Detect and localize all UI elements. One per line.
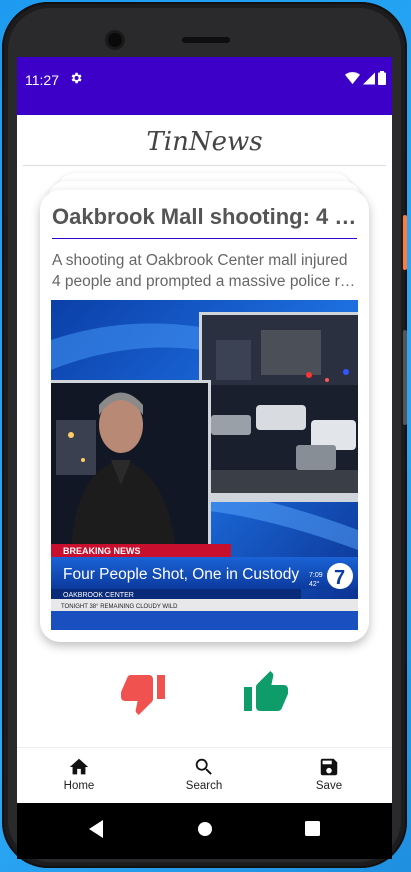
signal-icon	[363, 72, 375, 88]
news-time: 7:09	[309, 572, 323, 579]
recents-icon[interactable]	[305, 821, 320, 841]
status-bar: 11:27	[17, 57, 392, 115]
nav-save[interactable]: Save	[289, 756, 369, 792]
gear-icon	[69, 71, 83, 88]
home-icon	[39, 756, 119, 778]
breaking-news-label: BREAKING NEWS	[63, 546, 141, 556]
nav-search[interactable]: Search	[164, 756, 244, 792]
like-button[interactable]	[240, 669, 292, 722]
wifi-icon	[345, 71, 360, 88]
card-image: BREAKING NEWS Four People Shot, One in C…	[51, 300, 358, 630]
status-icons	[345, 71, 386, 88]
news-headline: Four People Shot, One in Custody	[63, 566, 299, 583]
news-ticker: TONIGHT 38° REMAINING CLOUDY WILD	[61, 604, 178, 610]
front-camera	[108, 33, 122, 47]
card-title: Oakbrook Mall shooting: 4 s...	[52, 204, 357, 229]
news-card[interactable]: Oakbrook Mall shooting: 4 s... A shootin…	[40, 190, 369, 642]
thumb-up-icon	[240, 671, 292, 721]
channel-logo: 7	[334, 567, 345, 589]
news-temp: 42°	[309, 580, 320, 588]
bottom-navigation: Home Search Save	[17, 747, 392, 804]
nav-home[interactable]: Home	[39, 756, 119, 792]
volume-button	[403, 215, 407, 270]
nav-search-label: Search	[185, 780, 223, 792]
power-button	[403, 330, 407, 425]
thumb-down-icon	[117, 675, 169, 721]
nav-home-label: Home	[63, 780, 95, 792]
status-time: 11:27	[25, 72, 59, 88]
card-title-underline	[52, 238, 357, 239]
app-bar-divider	[23, 165, 386, 166]
card-description-line-2: 4 people and prompted a massive police r…	[52, 273, 357, 290]
card-description-line-1: A shooting at Oakbrook Center mall injur…	[52, 252, 348, 269]
news-location: OAKBROOK CENTER	[63, 592, 134, 599]
earpiece-speaker	[182, 37, 230, 43]
system-navigation-bar	[17, 803, 392, 859]
back-icon[interactable]	[89, 820, 105, 843]
dislike-button[interactable]	[117, 669, 169, 722]
search-icon	[164, 756, 244, 778]
battery-icon	[378, 71, 386, 88]
card-description: A shooting at Oakbrook Center mall injur…	[52, 250, 357, 292]
app-screen: 11:27 TinNews Oakbrook Mall shooting: 4 …	[17, 57, 392, 859]
save-icon	[289, 756, 369, 778]
app-title: TinNews	[146, 127, 263, 157]
nav-save-label: Save	[315, 780, 343, 792]
home-circle-icon[interactable]	[197, 821, 213, 842]
